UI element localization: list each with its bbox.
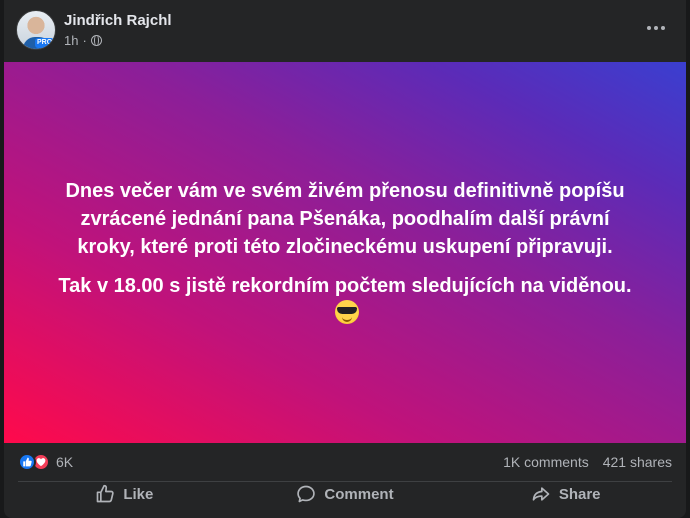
like-button[interactable]: Like xyxy=(14,478,235,510)
comments-count[interactable]: 1K comments xyxy=(503,454,589,470)
engagement-stats: 1K comments 421 shares xyxy=(503,454,672,470)
like-label: Like xyxy=(123,485,154,503)
post-background: Dnes večer vám ve svém živém přenosu def… xyxy=(4,62,686,443)
comment-label: Comment xyxy=(324,485,394,503)
author-name[interactable]: Jindřich Rajchl xyxy=(64,12,172,29)
post-card: PRO Jindřich Rajchl 1h · Dnes večer vám … xyxy=(4,0,686,518)
post-stats: 6K 1K comments 421 shares xyxy=(4,443,686,481)
shares-count[interactable]: 421 shares xyxy=(603,454,672,470)
avatar-badge: PRO xyxy=(35,38,55,48)
reaction-count[interactable]: 6K xyxy=(56,454,73,470)
share-icon xyxy=(532,487,550,501)
comment-icon xyxy=(297,485,316,503)
globe-icon xyxy=(90,34,102,46)
post-paragraph-2-text: Tak v 18.00 s jistě rekordním počtem sle… xyxy=(58,275,632,297)
share-label: Share xyxy=(558,485,601,503)
share-button[interactable]: Share xyxy=(455,478,676,510)
reactions-summary[interactable]: 6K xyxy=(18,453,73,471)
reaction-icons xyxy=(18,453,50,471)
like-reaction-icon xyxy=(18,453,36,471)
post-text: Dnes večer vám ve svém živém přenosu def… xyxy=(50,177,640,328)
post-paragraph-1: Dnes večer vám ve svém živém přenosu def… xyxy=(65,180,625,258)
post-meta: 1h · xyxy=(64,33,102,48)
post-paragraph-2: Tak v 18.00 s jistě rekordním počtem sle… xyxy=(50,272,640,328)
post-header: PRO Jindřich Rajchl 1h · xyxy=(4,0,686,62)
avatar[interactable]: PRO xyxy=(16,10,56,50)
sunglasses-emoji-icon xyxy=(334,300,359,324)
action-bar: Like Comment Share xyxy=(4,478,686,510)
meta-separator: · xyxy=(82,33,87,48)
like-icon xyxy=(96,484,115,503)
comment-button[interactable]: Comment xyxy=(235,478,456,510)
post-time[interactable]: 1h xyxy=(64,33,78,48)
more-options-icon[interactable] xyxy=(644,18,668,38)
